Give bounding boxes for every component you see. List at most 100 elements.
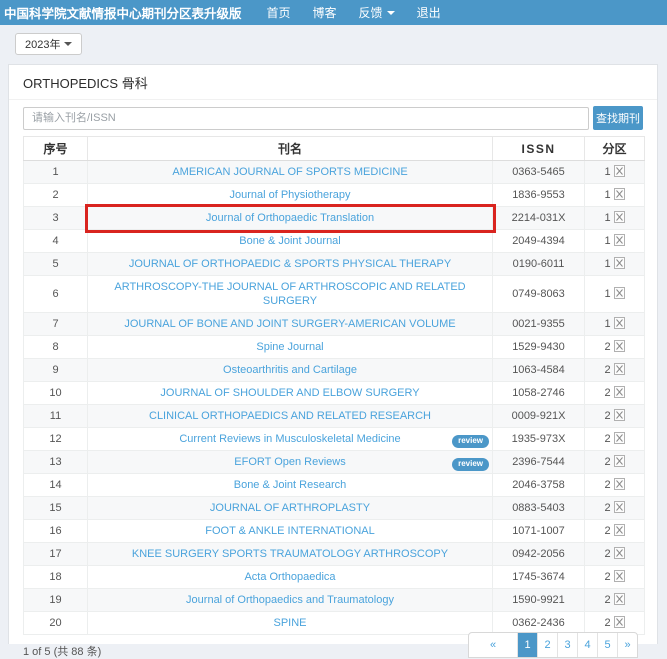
journal-issn: 0021-9355 — [493, 313, 585, 336]
journal-issn: 0009-921X — [493, 405, 585, 428]
journal-link[interactable]: Bone & Joint Journal — [239, 235, 341, 247]
nav-item-home[interactable]: 首页 — [267, 4, 291, 21]
partition-number: 1 — [604, 318, 610, 330]
journal-link[interactable]: Bone & Joint Research — [234, 479, 347, 491]
journal-name-cell: Spine Journal — [88, 336, 493, 359]
table-row: 19Journal of Orthopaedics and Traumatolo… — [24, 589, 645, 612]
journal-link[interactable]: Journal of Physiotherapy — [229, 189, 350, 201]
journal-name-cell: ARTHROSCOPY-THE JOURNAL OF ARTHROSCOPIC … — [88, 276, 493, 313]
row-index: 17 — [24, 543, 88, 566]
row-index: 15 — [24, 497, 88, 520]
journal-link[interactable]: EFORT Open Reviews — [234, 456, 345, 468]
journal-issn: 0883-5403 — [493, 497, 585, 520]
chevron-down-icon — [64, 42, 72, 46]
journal-name-cell: CLINICAL ORTHOPAEDICS AND RELATED RESEAR… — [88, 405, 493, 428]
journal-partition: 1 — [585, 313, 645, 336]
nav-item-logout[interactable]: 退出 — [417, 4, 441, 21]
nav-item-blog[interactable]: 博客 — [313, 4, 337, 21]
partition-number: 2 — [604, 525, 610, 537]
journal-partition: 2 — [585, 359, 645, 382]
table-row: 13EFORT Open Reviewsreview2396-75442 — [24, 451, 645, 474]
partition-number: 1 — [604, 212, 610, 224]
journal-partition: 2 — [585, 405, 645, 428]
journal-name-cell: Journal of Physiotherapy — [88, 184, 493, 207]
row-index: 14 — [24, 474, 88, 497]
journal-link[interactable]: KNEE SURGERY SPORTS TRAUMATOLOGY ARTHROS… — [132, 548, 448, 560]
page-button[interactable]: 3 — [557, 633, 577, 657]
col-header-issn: ISSN — [493, 137, 585, 161]
journal-link[interactable]: FOOT & ANKLE INTERNATIONAL — [205, 525, 375, 537]
journal-link[interactable]: CLINICAL ORTHOPAEDICS AND RELATED RESEAR… — [149, 410, 431, 422]
table-row: 15 JOURNAL OF ARTHROPLASTY 0883-54032 — [24, 497, 645, 520]
nav-item-feedback[interactable]: 反馈 — [359, 4, 395, 21]
table-row: 9 Osteoarthritis and Cartilage 1063-4584 2 — [24, 359, 645, 382]
row-index: 9 — [24, 359, 88, 382]
journal-issn: 1071-1007 — [493, 520, 585, 543]
partition-number: 1 — [604, 288, 610, 300]
journal-link[interactable]: SPINE — [273, 617, 306, 629]
year-dropdown-button[interactable]: 2023年 — [15, 33, 82, 55]
page-button[interactable]: 4 — [577, 633, 597, 657]
row-index: 8 — [24, 336, 88, 359]
journal-name-cell: JOURNAL OF SHOULDER AND ELBOW SURGERY — [88, 382, 493, 405]
partition-number: 2 — [604, 410, 610, 422]
journal-issn: 0749-8063 — [493, 276, 585, 313]
journal-name-cell: JOURNAL OF ORTHOPAEDIC & SPORTS PHYSICAL… — [88, 253, 493, 276]
review-badge: review — [452, 458, 489, 471]
search-input[interactable] — [23, 107, 589, 130]
partition-number: 1 — [604, 235, 610, 247]
row-index: 13 — [24, 451, 88, 474]
page-button[interactable]: » — [617, 633, 637, 657]
journal-issn: 1063-4584 — [493, 359, 585, 382]
journal-link[interactable]: JOURNAL OF BONE AND JOINT SURGERY-AMERIC… — [124, 318, 455, 330]
partition-number: 2 — [604, 617, 610, 629]
page-button[interactable]: 2 — [537, 633, 557, 657]
journal-partition: 1 — [585, 253, 645, 276]
broken-image-icon — [614, 570, 625, 582]
table-header-row: 序号 刊名 ISSN 分区 — [24, 137, 645, 161]
journal-name-cell: FOOT & ANKLE INTERNATIONAL — [88, 520, 493, 543]
journal-link[interactable]: Spine Journal — [256, 341, 323, 353]
journal-name-cell: SPINE — [88, 612, 493, 635]
partition-number: 2 — [604, 364, 610, 376]
journal-issn: 0363-5465 — [493, 161, 585, 184]
row-index: 6 — [24, 276, 88, 313]
page-button[interactable]: 5 — [597, 633, 617, 657]
broken-image-icon — [614, 616, 625, 628]
journal-link[interactable]: AMERICAN JOURNAL OF SPORTS MEDICINE — [172, 166, 407, 178]
journal-link[interactable]: JOURNAL OF SHOULDER AND ELBOW SURGERY — [160, 387, 419, 399]
row-index: 10 — [24, 382, 88, 405]
category-title: ORTHOPEDICS 骨科 — [23, 76, 148, 91]
journal-issn: 1058-2746 — [493, 382, 585, 405]
journal-link[interactable]: Current Reviews in Musculoskeletal Medic… — [179, 433, 400, 445]
page-button-active[interactable]: 1 — [517, 633, 537, 657]
review-badge: review — [452, 435, 489, 448]
journal-link[interactable]: JOURNAL OF ARTHROPLASTY — [210, 502, 370, 514]
journal-partition: 2 — [585, 497, 645, 520]
journal-link[interactable]: ARTHROSCOPY-THE JOURNAL OF ARTHROSCOPIC … — [114, 281, 465, 307]
page-button[interactable]: « — [469, 633, 517, 657]
search-journal-button[interactable]: 查找期刊 — [593, 106, 643, 130]
table-row: 6 ARTHROSCOPY-THE JOURNAL OF ARTHROSCOPIC… — [24, 276, 645, 313]
broken-image-icon — [614, 524, 625, 536]
journal-partition: 1 — [585, 230, 645, 253]
journal-link[interactable]: JOURNAL OF ORTHOPAEDIC & SPORTS PHYSICAL… — [129, 258, 451, 270]
journal-link[interactable]: Journal of Orthopaedics and Traumatology — [186, 594, 394, 606]
partition-number: 2 — [604, 548, 610, 560]
journal-link[interactable]: Acta Orthopaedica — [244, 571, 335, 583]
journal-link[interactable]: Journal of Orthopaedic Translation — [206, 212, 374, 224]
journal-partition: 2 — [585, 382, 645, 405]
table-row: 10 JOURNAL OF SHOULDER AND ELBOW SURGERY 1… — [24, 382, 645, 405]
broken-image-icon — [614, 287, 625, 299]
journal-link[interactable]: Osteoarthritis and Cartilage — [223, 364, 357, 376]
journal-name-cell: Current Reviews in Musculoskeletal Medic… — [88, 428, 493, 451]
partition-number: 2 — [604, 479, 610, 491]
journal-issn: 2046-3758 — [493, 474, 585, 497]
navbar-brand[interactable]: 中国科学院文献情报中心期刊分区表升级版 — [4, 3, 242, 22]
broken-image-icon — [614, 234, 625, 246]
nav-item-feedback-label: 反馈 — [359, 4, 383, 21]
broken-image-icon — [614, 165, 625, 177]
broken-image-icon — [614, 188, 625, 200]
col-header-index: 序号 — [24, 137, 88, 161]
table-row: 17 KNEE SURGERY SPORTS TRAUMATOLOGY ARTHR… — [24, 543, 645, 566]
